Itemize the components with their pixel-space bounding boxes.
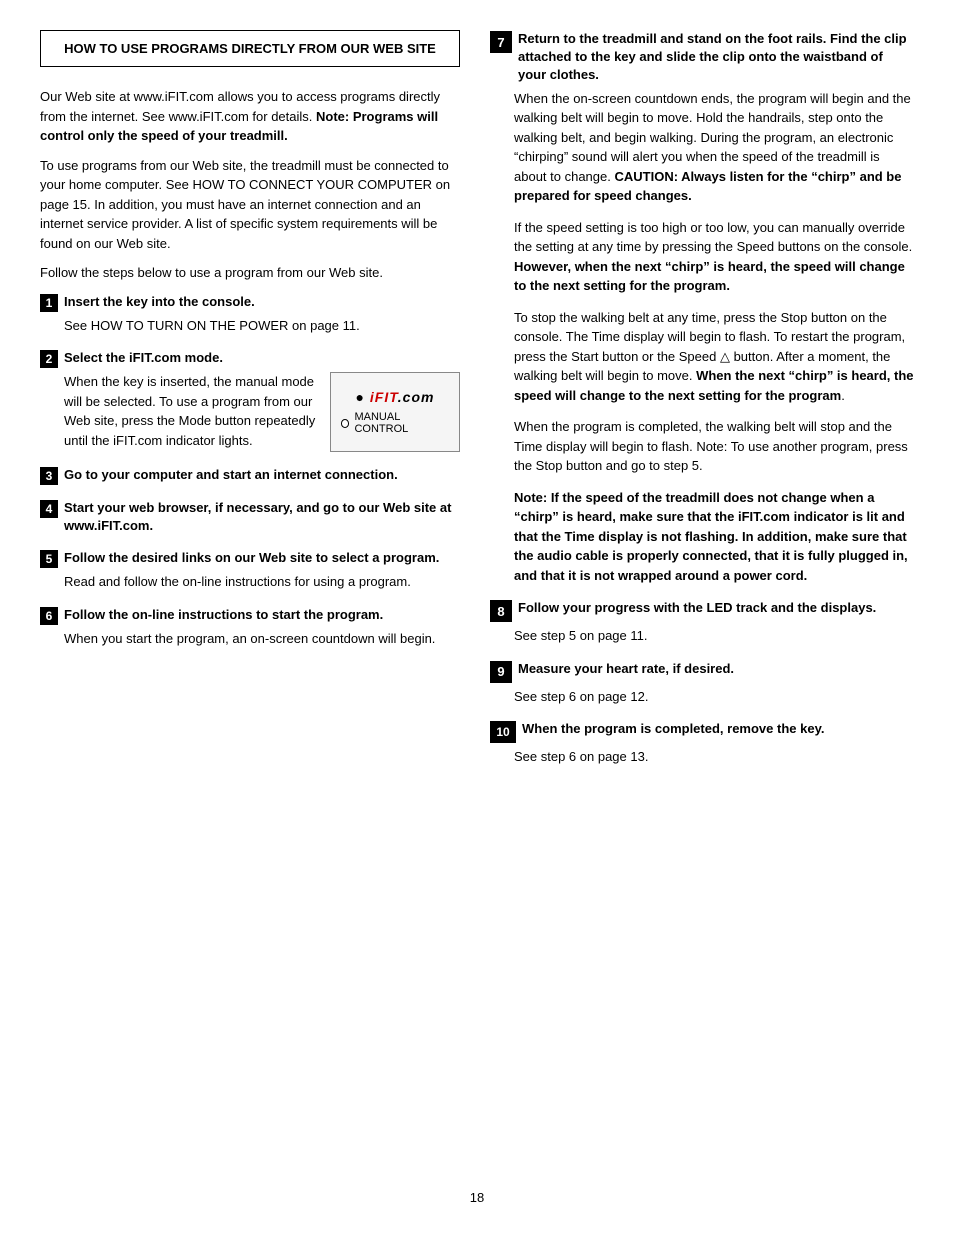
step-7: 7 Return to the treadmill and stand on t… — [490, 30, 914, 585]
step-10-body: See step 6 on page 13. — [514, 747, 914, 767]
step-7-number: 7 — [490, 31, 512, 53]
step-8-number: 8 — [490, 600, 512, 622]
intro-paragraph-1: Our Web site at www.iFIT.com allows you … — [40, 87, 460, 146]
step-1-number: 1 — [40, 294, 58, 312]
ifit-logo: ● iFIT.com — [356, 389, 435, 405]
step-1-body: See HOW TO TURN ON THE POWER on page 11. — [64, 316, 460, 336]
step-6-title: Follow the on-line instructions to start… — [64, 606, 383, 624]
step-2-title: Select the iFIT.com mode. — [64, 349, 223, 367]
step-5: 5 Follow the desired links on our Web si… — [40, 549, 460, 592]
step-6-body: When you start the program, an on-screen… — [64, 629, 460, 649]
ifit-display-image: ● iFIT.com MANUAL CONTROL — [330, 372, 460, 452]
step-2-number: 2 — [40, 350, 58, 368]
step-1: 1 Insert the key into the console. See H… — [40, 293, 460, 336]
left-column: HOW TO USE PROGRAMS DIRECTLY FROM OUR WE… — [40, 30, 460, 1170]
section-header-box: HOW TO USE PROGRAMS DIRECTLY FROM OUR WE… — [40, 30, 460, 67]
manual-control-row: MANUAL CONTROL — [341, 411, 449, 435]
section-header-title: HOW TO USE PROGRAMS DIRECTLY FROM OUR WE… — [55, 41, 445, 56]
step-8-body: See step 5 on page 11. — [514, 626, 914, 646]
step-3-title: Go to your computer and start an interne… — [64, 466, 398, 484]
right-column: 7 Return to the treadmill and stand on t… — [490, 30, 914, 1170]
step-2-body: When the key is inserted, the manual mod… — [64, 372, 320, 452]
page: HOW TO USE PROGRAMS DIRECTLY FROM OUR WE… — [0, 0, 954, 1235]
step-4-number: 4 — [40, 500, 58, 518]
step-9-body: See step 6 on page 12. — [514, 687, 914, 707]
radio-dot-icon — [341, 419, 349, 428]
step-4: 4 Start your web browser, if necessary, … — [40, 499, 460, 535]
step-9-number: 9 — [490, 661, 512, 683]
step-3-number: 3 — [40, 467, 58, 485]
intro-paragraph-3: Follow the steps below to use a program … — [40, 263, 460, 283]
step-6-number: 6 — [40, 607, 58, 625]
step-6: 6 Follow the on-line instructions to sta… — [40, 606, 460, 649]
step-10-title: When the program is completed, remove th… — [522, 720, 824, 738]
step-4-title: Start your web browser, if necessary, an… — [64, 499, 460, 535]
step-10-number: 10 — [490, 721, 516, 743]
step-10: 10 When the program is completed, remove… — [490, 720, 914, 767]
step-2: 2 Select the iFIT.com mode. When the key… — [40, 349, 460, 452]
step-8: 8 Follow your progress with the LED trac… — [490, 599, 914, 646]
step-8-title: Follow your progress with the LED track … — [518, 599, 876, 617]
intro-paragraph-2: To use programs from our Web site, the t… — [40, 156, 460, 254]
step-7-body: When the on-screen countdown ends, the p… — [514, 89, 914, 586]
step-3: 3 Go to your computer and start an inter… — [40, 466, 460, 485]
step-7-title: Return to the treadmill and stand on the… — [518, 30, 914, 85]
page-number: 18 — [40, 1190, 914, 1205]
manual-control-label: MANUAL CONTROL — [354, 411, 449, 435]
step-9-title: Measure your heart rate, if desired. — [518, 660, 734, 678]
step-5-body: Read and follow the on-line instructions… — [64, 572, 460, 592]
step-5-title: Follow the desired links on our Web site… — [64, 549, 439, 567]
step-5-number: 5 — [40, 550, 58, 568]
step-9: 9 Measure your heart rate, if desired. S… — [490, 660, 914, 707]
step-1-title: Insert the key into the console. — [64, 293, 255, 311]
